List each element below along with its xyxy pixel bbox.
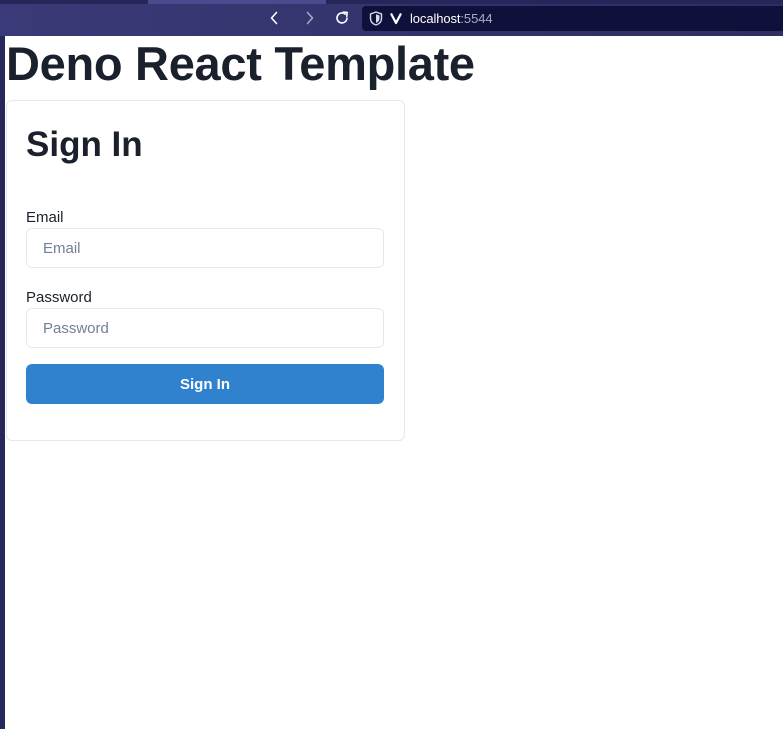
url-host: localhost <box>410 11 461 26</box>
url-text[interactable]: localhost:5544 <box>410 11 493 26</box>
reload-button[interactable] <box>331 8 353 28</box>
site-v-icon <box>390 12 402 25</box>
shield-icon[interactable] <box>369 11 383 26</box>
back-button[interactable] <box>263 8 285 28</box>
email-label: Email <box>26 209 64 226</box>
password-field[interactable] <box>26 308 384 348</box>
sign-in-button[interactable]: Sign In <box>26 364 384 404</box>
signin-heading: Sign In <box>26 125 143 164</box>
active-tab[interactable] <box>148 0 326 4</box>
reload-icon <box>336 11 348 24</box>
tab-strip <box>0 0 783 4</box>
signin-card: Sign In Email Password Sign In <box>6 100 405 441</box>
password-label: Password <box>26 289 92 306</box>
email-field[interactable] <box>26 228 384 268</box>
browser-toolbar: localhost:5544 <box>0 0 783 36</box>
chevron-right-icon <box>306 11 314 25</box>
url-port: :5544 <box>460 11 493 26</box>
page-viewport: Deno React Template Sign In Email Passwo… <box>5 36 783 729</box>
forward-button[interactable] <box>299 8 321 28</box>
address-bar[interactable]: localhost:5544 <box>362 6 783 31</box>
page-title: Deno React Template <box>6 37 475 90</box>
chevron-left-icon <box>270 11 278 25</box>
